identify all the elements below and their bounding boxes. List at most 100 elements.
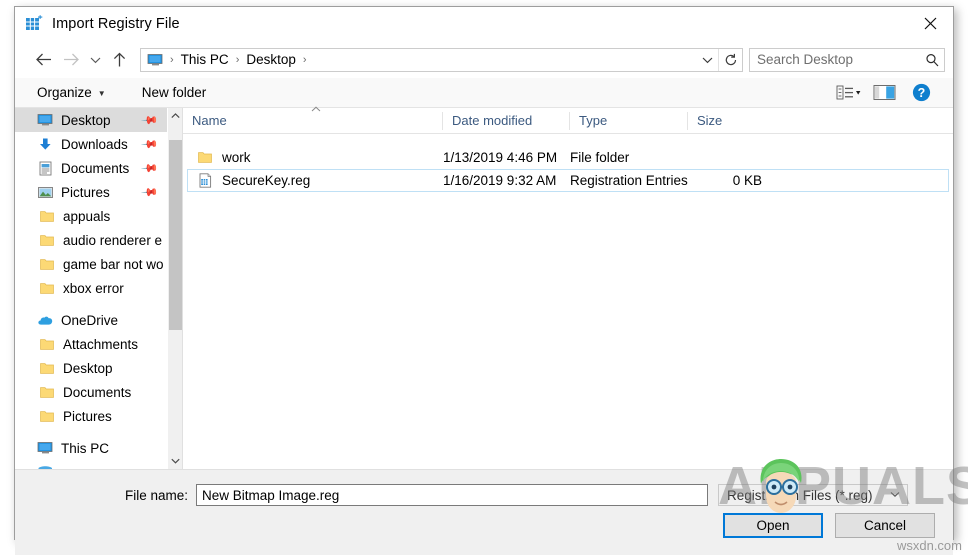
sidebar-item-attachments[interactable]: Attachments: [15, 332, 167, 356]
forward-icon[interactable]: [57, 47, 85, 73]
sidebar-item-desktop[interactable]: Desktop 📌: [15, 108, 167, 132]
sidebar-item-label: Pictures: [61, 184, 110, 200]
table-row[interactable]: work 1/13/2019 4:46 PM File folder: [187, 146, 949, 169]
sidebar-item-onedrive-desktop[interactable]: Desktop: [15, 356, 167, 380]
sidebar-item-xbox-error[interactable]: xbox error: [15, 276, 167, 300]
sidebar-item-onedrive-documents[interactable]: Documents: [15, 380, 167, 404]
breadcrumb-desktop[interactable]: Desktop: [243, 52, 299, 67]
recent-locations-chevron-down-icon[interactable]: [85, 47, 105, 73]
refresh-icon[interactable]: [718, 48, 742, 71]
navigation-pane: Desktop 📌 Downloads 📌 Documents 📌 Pictur…: [15, 108, 167, 469]
sidebar-item-game-bar[interactable]: game bar not wo: [15, 252, 167, 276]
sidebar-item-this-pc[interactable]: This PC: [15, 436, 167, 460]
column-label: Name: [192, 113, 227, 128]
file-date-cell: 1/13/2019 4:46 PM: [443, 150, 558, 165]
desktop-icon: [37, 113, 54, 128]
search-icon[interactable]: [920, 49, 944, 71]
organize-button[interactable]: Organize ▼: [33, 78, 110, 107]
file-name-label: SecureKey.reg: [222, 173, 311, 188]
folder-icon: [197, 150, 214, 165]
reg-file-icon: [197, 173, 214, 188]
file-name-input[interactable]: [196, 484, 708, 506]
sidebar-item-documents[interactable]: Documents 📌: [15, 156, 167, 180]
scroll-up-chevron-up-icon[interactable]: [168, 108, 183, 124]
sidebar-item-onedrive[interactable]: OneDrive: [15, 308, 167, 332]
breadcrumb-separator: ›: [235, 53, 240, 66]
column-headers: Name Date modified Type Size: [183, 106, 953, 134]
new-folder-button[interactable]: New folder: [138, 78, 211, 107]
sidebar-item-partial[interactable]: [15, 460, 167, 469]
file-list-pane: Name Date modified Type Size work 1/13/2…: [182, 106, 953, 469]
registry-file-icon: [25, 15, 43, 33]
open-button[interactable]: Open: [723, 513, 823, 538]
view-list-icon[interactable]: [831, 79, 867, 107]
breadcrumb-separator: ›: [302, 53, 307, 66]
file-name-label: work: [222, 150, 251, 165]
sidebar-item-audio-renderer[interactable]: audio renderer e: [15, 228, 167, 252]
sidebar-item-label: Pictures: [63, 408, 112, 424]
downloads-icon: [37, 137, 54, 152]
sidebar-item-label: xbox error: [63, 280, 124, 296]
sidebar-item-label: Downloads: [61, 136, 128, 152]
back-icon[interactable]: [29, 47, 57, 73]
pin-icon: 📌: [140, 111, 159, 130]
onedrive-icon: [37, 313, 54, 328]
folder-icon: [39, 281, 56, 296]
command-bar-right: ?: [831, 79, 953, 107]
folder-icon: [39, 233, 56, 248]
pin-icon: 📌: [140, 135, 159, 154]
dialog-footer: File name: Registration Files (*.reg) Op…: [15, 469, 953, 555]
address-bar[interactable]: › This PC › Desktop ›: [140, 47, 743, 72]
breadcrumb-this-pc[interactable]: This PC: [178, 52, 232, 67]
sidebar-item-label: Desktop: [63, 360, 113, 376]
folder-icon: [39, 257, 56, 272]
column-header-name[interactable]: Name: [183, 106, 442, 130]
scrollbar-thumb[interactable]: [169, 140, 182, 330]
sidebar-item-label: Documents: [63, 384, 132, 400]
table-row[interactable]: SecureKey.reg 1/16/2019 9:32 AM Registra…: [187, 169, 949, 192]
column-header-type[interactable]: Type: [569, 111, 687, 130]
file-type-cell: Registration Entries: [570, 173, 688, 188]
chevron-down-icon: [890, 490, 907, 500]
this-pc-icon: [147, 53, 164, 67]
folder-icon: [39, 209, 56, 224]
folder-icon: [39, 337, 56, 352]
file-size-cell: 0 KB: [732, 173, 762, 188]
scroll-down-chevron-down-icon[interactable]: [168, 453, 183, 469]
search-box[interactable]: [749, 47, 945, 72]
sidebar-item-downloads[interactable]: Downloads 📌: [15, 132, 167, 156]
file-date-cell: 1/16/2019 9:32 AM: [443, 173, 557, 188]
sidebar-item-label: Desktop: [61, 112, 111, 128]
preview-pane-icon[interactable]: [867, 79, 903, 107]
file-name-cell: work: [188, 150, 443, 165]
sidebar-item-pictures[interactable]: Pictures 📌: [15, 180, 167, 204]
sidebar-item-label: OneDrive: [61, 312, 119, 328]
search-input[interactable]: [750, 51, 921, 68]
file-type-cell: File folder: [570, 150, 630, 165]
folder-icon: [39, 385, 56, 400]
file-rows: work 1/13/2019 4:46 PM File folder Secur…: [183, 134, 953, 192]
file-type-dropdown[interactable]: Registration Files (*.reg): [718, 484, 908, 506]
sidebar-item-label: Attachments: [63, 336, 139, 352]
address-chevron-down-icon[interactable]: [696, 49, 718, 71]
column-header-date-modified[interactable]: Date modified: [442, 111, 569, 130]
help-icon[interactable]: ?: [903, 79, 939, 107]
chevron-down-icon: ▼: [97, 89, 106, 98]
folder-icon: [39, 361, 56, 376]
import-registry-file-dialog: Import Registry File › This PC › Desktop…: [14, 6, 954, 555]
up-icon[interactable]: [105, 47, 133, 73]
cancel-button[interactable]: Cancel: [835, 513, 935, 538]
navigation-pane-scrollbar[interactable]: [167, 108, 182, 469]
sidebar-item-appuals[interactable]: appuals: [15, 204, 167, 228]
sidebar-item-label: Documents: [61, 160, 130, 176]
sidebar-item-onedrive-pictures[interactable]: Pictures: [15, 404, 167, 428]
title-bar: Import Registry File: [15, 7, 953, 41]
svg-text:?: ?: [917, 86, 925, 100]
close-icon[interactable]: [907, 7, 953, 39]
sort-ascending-icon: [311, 104, 321, 114]
file-name-row: File name: Registration Files (*.reg): [15, 484, 953, 506]
file-type-value: Registration Files (*.reg): [727, 487, 873, 503]
column-header-size[interactable]: Size: [687, 111, 769, 130]
documents-icon: [37, 161, 54, 176]
